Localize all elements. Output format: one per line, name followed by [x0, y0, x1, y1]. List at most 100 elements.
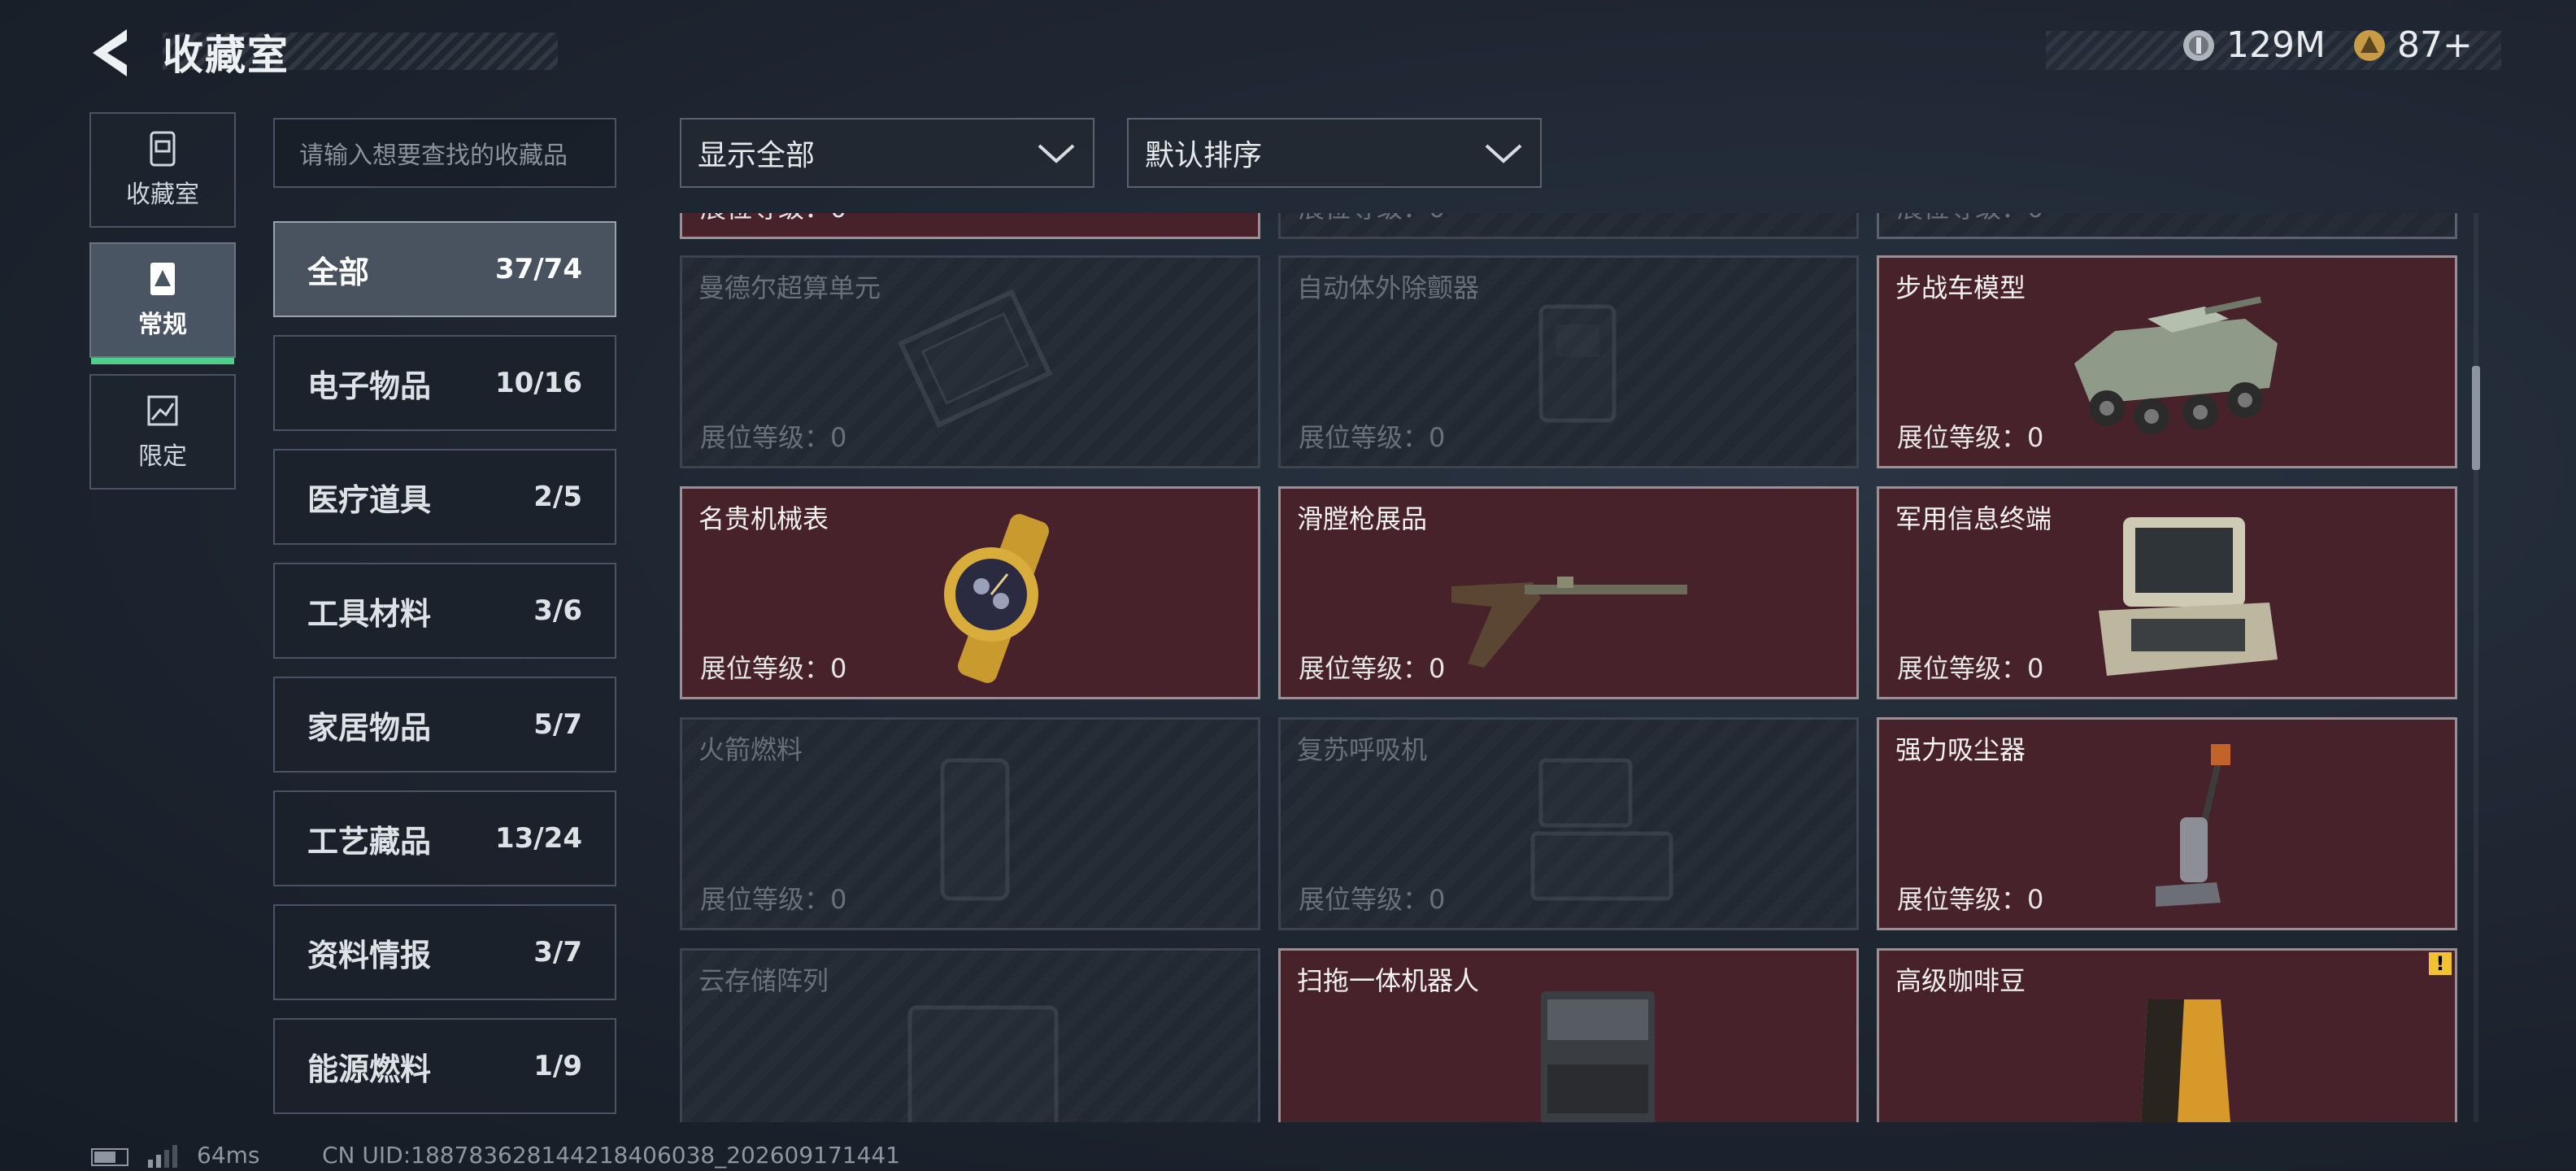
back-arrow-icon [93, 29, 127, 76]
page-title: 收藏室 [163, 32, 289, 79]
booth-level: 展位等级：0 [700, 653, 847, 684]
category-intel[interactable]: 资料情报 3/7 [273, 904, 616, 1000]
booth-level: 展位等级：0 [700, 213, 846, 225]
trophy-case-icon [150, 131, 176, 167]
category-label: 工艺藏品 [307, 823, 432, 860]
collection-card-watch[interactable]: 名贵机械表 展位等级：0 [680, 486, 1260, 699]
defibrillator-icon [1538, 304, 1617, 423]
collection-card[interactable]: 展位等级：0 [1877, 213, 2457, 239]
ifv-model-icon [2074, 296, 2278, 434]
side-tab-regular[interactable]: 常规 [89, 242, 236, 364]
side-tab-label: 常规 [138, 311, 187, 339]
category-count: 2/5 [533, 481, 582, 513]
item-name: 军用信息终端 [1895, 503, 2052, 534]
image-frame-icon [150, 263, 175, 295]
category-medical[interactable]: 医疗道具 2/5 [273, 449, 616, 545]
category-household[interactable]: 家居物品 5/7 [273, 677, 616, 773]
booth-level: 展位等级：0 [1299, 653, 1446, 684]
category-label: 医疗道具 [307, 481, 432, 518]
chevron-down-icon [1485, 144, 1522, 163]
booth-level: 展位等级：0 [1299, 884, 1446, 915]
sort-dropdown[interactable]: 默认排序 [1127, 118, 1542, 188]
booth-level: 展位等级：0 [700, 422, 847, 453]
ping-text: 64ms [197, 1142, 260, 1169]
vacuum-cleaner-icon [2156, 744, 2230, 907]
gold-currency-value: 87+ [2397, 24, 2473, 66]
military-terminal-icon [2099, 517, 2278, 676]
back-button[interactable] [85, 24, 141, 81]
item-name: 步战车模型 [1895, 272, 2026, 303]
category-count: 5/7 [533, 708, 582, 741]
silver-currency[interactable]: 129M [2182, 24, 2326, 66]
battery-icon [91, 1148, 128, 1166]
collection-card-ifv-model[interactable]: 步战车模型 展位等级：0 [1877, 255, 2457, 468]
category-electronics[interactable]: 电子物品 10/16 [273, 335, 616, 431]
silver-currency-value: 129M [2226, 24, 2326, 66]
supercomputer-unit-icon [898, 289, 1053, 429]
collection-card-rocket-fuel[interactable]: 火箭燃料 展位等级：0 [680, 717, 1260, 930]
category-label: 全部 [307, 254, 370, 290]
watch-icon [944, 514, 1050, 683]
scrollbar-thumb[interactable] [2472, 366, 2480, 470]
rocket-fuel-icon [940, 758, 1010, 901]
mop-robot-icon [1541, 991, 1655, 1122]
collection-card-supercomputer[interactable]: 曼德尔超算单元 展位等级：0 [680, 255, 1260, 468]
collection-card-musket[interactable]: 滑膛枪展品 展位等级：0 [1278, 486, 1859, 699]
category-label: 工具材料 [307, 595, 432, 632]
category-label: 家居物品 [307, 709, 432, 746]
collection-card-defibrillator[interactable]: 自动体外除颤器 展位等级：0 [1278, 255, 1859, 468]
category-all[interactable]: 全部 37/74 [273, 221, 616, 317]
display-filter-dropdown[interactable]: 显示全部 [680, 118, 1094, 188]
item-name: 复苏呼吸机 [1297, 734, 1428, 765]
side-tab-label: 限定 [138, 442, 187, 471]
category-crafts[interactable]: 工艺藏品 13/24 [273, 790, 616, 886]
collection-card-vacuum[interactable]: 强力吸尘器 展位等级：0 [1877, 717, 2457, 930]
side-tab-limited[interactable]: 限定 [89, 374, 236, 490]
alert-icon: ! [2429, 952, 2452, 975]
collection-card-coffee-beans[interactable]: 高级咖啡豆 ! [1877, 948, 2457, 1122]
chevron-down-icon [1038, 144, 1075, 163]
collection-card[interactable]: 展位等级：0 [1278, 213, 1859, 239]
item-name: 火箭燃料 [698, 734, 803, 765]
item-name: 强力吸尘器 [1895, 734, 2026, 765]
category-count: 3/6 [533, 594, 582, 627]
signal-icon [148, 1145, 177, 1168]
category-tools[interactable]: 工具材料 3/6 [273, 563, 616, 659]
search-input[interactable]: 请输入想要查找的收藏品 [273, 118, 616, 188]
category-count: 3/7 [533, 936, 582, 969]
category-count: 13/24 [494, 822, 582, 855]
limited-frame-icon [147, 395, 178, 426]
category-count: 10/16 [494, 367, 582, 399]
category-label: 电子物品 [307, 368, 432, 404]
uid-text: CN UID:1887836281442184060​38_2026091714… [322, 1142, 901, 1169]
collection-card[interactable]: 展位等级：0 [680, 213, 1260, 239]
collection-card-military-terminal[interactable]: 军用信息终端 展位等级：0 [1877, 486, 2457, 699]
silver-coin-icon [2183, 29, 2214, 61]
booth-level: 展位等级：0 [1897, 884, 2044, 915]
side-tab-label: 收藏室 [126, 181, 199, 209]
gold-currency[interactable]: 87+ [2353, 24, 2473, 66]
category-count: 1/9 [533, 1050, 582, 1082]
collection-card-mop-robot[interactable]: 扫拖一体机器人 [1278, 948, 1859, 1122]
ventilator-icon [1530, 758, 1673, 901]
gold-coin-icon [2354, 29, 2385, 61]
item-name: 云存储阵列 [698, 965, 829, 996]
collection-card-storage-array[interactable]: 云存储阵列 [680, 948, 1260, 1122]
active-tab-indicator [91, 358, 234, 364]
scrollbar-track[interactable] [2474, 213, 2478, 1122]
collection-card-ventilator[interactable]: 复苏呼吸机 展位等级：0 [1278, 717, 1859, 930]
coffee-bag-icon [2141, 999, 2230, 1122]
category-fuel[interactable]: 能源燃料 1/9 [273, 1018, 616, 1114]
category-label: 资料情报 [307, 937, 432, 973]
collection-grid: 展位等级：0 展位等级：0 展位等级：0 曼德尔超算单元 展位等级：0 自动体外… [680, 213, 2462, 1122]
booth-level: 展位等级：0 [700, 884, 847, 915]
storage-array-icon [907, 1005, 1059, 1122]
category-label: 能源燃料 [307, 1051, 432, 1087]
booth-level: 展位等级：0 [1299, 213, 1445, 225]
booth-level: 展位等级：0 [1897, 422, 2044, 453]
item-name: 名贵机械表 [698, 503, 829, 534]
side-tab-collection-room[interactable]: 收藏室 [89, 112, 236, 228]
booth-level: 展位等级：0 [1897, 213, 2043, 225]
display-filter-value: 显示全部 [698, 139, 816, 172]
category-count: 37/74 [494, 253, 582, 285]
